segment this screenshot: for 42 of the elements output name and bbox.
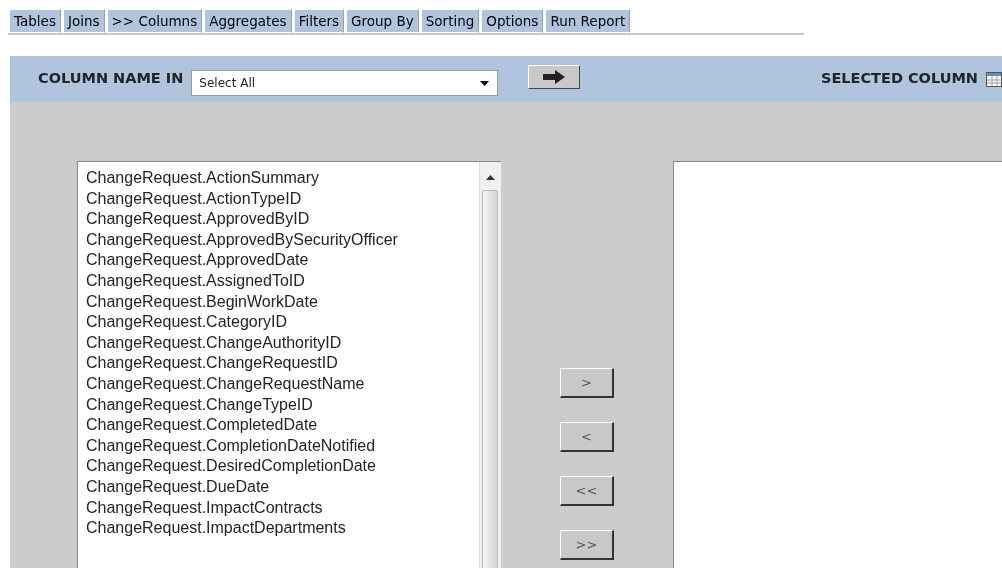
scrollbar[interactable] — [479, 162, 501, 568]
list-item[interactable]: ChangeRequest.CategoryID — [86, 312, 479, 333]
list-item[interactable]: ChangeRequest.ChangeTypeID — [86, 394, 479, 416]
list-item[interactable]: ChangeRequest.ApprovedDate — [86, 250, 479, 271]
list-item[interactable]: ChangeRequest.ChangeRequestName — [86, 373, 479, 395]
scroll-thumb[interactable] — [482, 190, 498, 568]
table-select[interactable]: Select All — [191, 70, 499, 96]
list-item[interactable]: ChangeRequest.ApprovedBySecurityOfficer — [86, 229, 479, 251]
table-icon[interactable] — [986, 71, 1002, 87]
list-item[interactable]: ChangeRequest.CompletionDateNotified — [86, 435, 479, 457]
tab[interactable]: >> Columns — [106, 9, 203, 33]
tab[interactable]: Filters — [293, 9, 345, 33]
list-item[interactable]: ChangeRequest.ActionSummary — [86, 168, 479, 189]
move-button[interactable]: << — [560, 476, 614, 506]
list-item[interactable]: ChangeRequest.ImpactDepartments — [86, 518, 479, 539]
right-arrow-icon — [543, 70, 566, 84]
tab[interactable]: Sorting — [420, 9, 480, 33]
tab[interactable]: Joins — [62, 9, 105, 33]
tab[interactable]: Tables — [9, 9, 61, 33]
list-item[interactable]: ChangeRequest.DesiredCompletionDate — [86, 456, 479, 477]
column-name-label: COLUMN NAME IN — [38, 69, 184, 89]
list-item[interactable]: ChangeRequest.ChangeRequestID — [86, 353, 479, 374]
list-item[interactable]: ChangeRequest.BeginWorkDate — [86, 291, 479, 313]
tab[interactable]: Run Report — [545, 9, 631, 33]
scroll-up-icon[interactable] — [486, 175, 495, 180]
available-columns-listbox[interactable] — [77, 161, 501, 568]
list-item[interactable]: ChangeRequest.DueDate — [86, 476, 479, 498]
move-button[interactable]: > — [560, 368, 614, 398]
move-button[interactable]: >> — [560, 530, 614, 560]
dropdown-caret-icon — [480, 80, 490, 86]
selected-column-label: SELECTED COLUMN — [820, 69, 978, 89]
move-arrow-button[interactable] — [528, 65, 581, 89]
list-item[interactable]: ChangeRequest.CompletedDate — [86, 415, 479, 436]
list-item[interactable]: ChangeRequest.ActionTypeID — [86, 188, 479, 210]
list-item[interactable]: ChangeRequest.ImpactContracts — [86, 497, 479, 519]
list-item[interactable]: ChangeRequest.ChangeAuthorityID — [86, 332, 479, 354]
tab[interactable]: Group By — [346, 9, 419, 33]
tab[interactable]: Options — [481, 9, 544, 33]
list-item[interactable]: ChangeRequest.ApprovedByID — [86, 209, 479, 230]
tab[interactable]: Aggregates — [204, 9, 292, 33]
move-button[interactable]: < — [560, 422, 614, 452]
list-item[interactable]: ChangeRequest.AssignedToID — [86, 270, 479, 292]
